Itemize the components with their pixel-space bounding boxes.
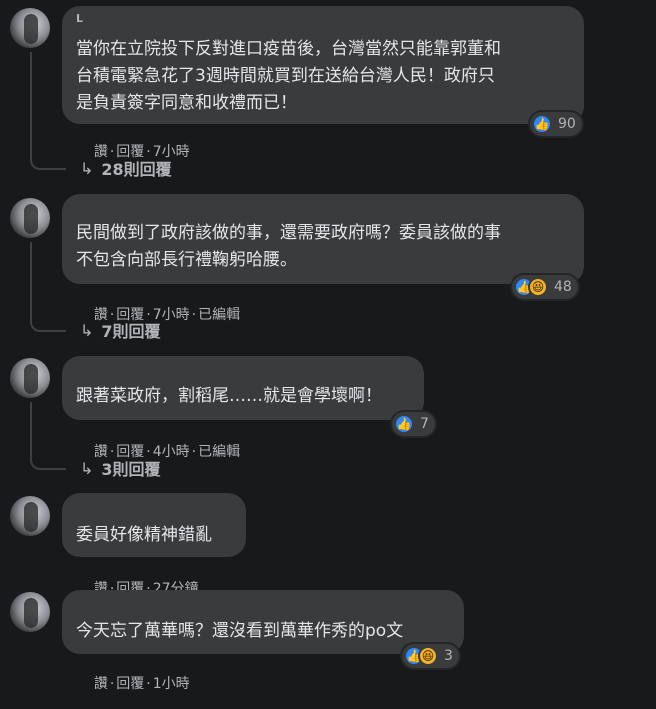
thread-connector	[30, 402, 66, 470]
avatar[interactable]	[10, 496, 50, 536]
comment-text-line: 當你在立院投下反對進口疫苗後，台灣當然只能靠郭董和	[76, 39, 501, 59]
reply-arrow-icon: ↳	[80, 158, 94, 178]
avatar[interactable]	[10, 358, 50, 398]
reaction-summary[interactable]: 👍 90	[530, 112, 582, 136]
edited-label[interactable]: 已編輯	[198, 307, 240, 323]
view-replies-button[interactable]: ↳ 3則回覆	[80, 456, 161, 480]
reaction-count: 48	[554, 279, 572, 295]
view-replies-button[interactable]: ↳ 28則回覆	[80, 156, 172, 180]
view-replies-button[interactable]: ↳ 7則回覆	[80, 318, 161, 342]
comment-text-line: 不包含向部長行禮鞠躬哈腰。	[76, 250, 297, 270]
reaction-summary[interactable]: 👍 😆 3	[402, 644, 459, 668]
reaction-count: 7	[420, 416, 429, 432]
avatar[interactable]	[10, 8, 50, 48]
reply-arrow-icon: ↳	[80, 458, 94, 478]
comment-text-line: 是負責簽字同意和收禮而已！	[76, 93, 297, 113]
comment-text-line: 台積電緊急花了3週時間就買到在送給台灣人民！政府只	[76, 66, 495, 86]
avatar[interactable]	[10, 592, 50, 632]
comment-time[interactable]: 1小時	[153, 676, 190, 692]
reaction-count: 3	[444, 648, 453, 664]
comment-bubble: 民間做到了政府該做的事，還需要政府嗎？委員該做的事 不包含向部長行禮鞠躬哈腰。	[62, 194, 584, 284]
comment-bubble: 跟著菜政府，割稻尾……就是會學壞啊！	[62, 356, 424, 420]
comment-bubble: L 當你在立院投下反對進口疫苗後，台灣當然只能靠郭董和 台積電緊急花了3週時間就…	[62, 6, 584, 124]
comment-author[interactable]: L	[76, 12, 83, 25]
thread-connector	[30, 52, 66, 170]
comment-bubble: 今天忘了萬華嗎？還沒看到萬華作秀的po文	[62, 590, 464, 654]
haha-icon: 😆	[528, 277, 548, 297]
avatar[interactable]	[10, 198, 50, 238]
replies-count: 3則回覆	[101, 460, 161, 479]
edited-label[interactable]: 已編輯	[198, 444, 240, 460]
reaction-summary[interactable]: 👍 😆 48	[512, 275, 578, 299]
thread-connector	[30, 242, 66, 332]
haha-icon: 😆	[418, 646, 438, 666]
comment-text-line: 民間做到了政府該做的事，還需要政府嗎？委員該做的事	[76, 223, 501, 243]
like-icon: 👍	[394, 414, 414, 434]
comment-text-line: 跟著菜政府，割稻尾……就是會學壞啊！	[76, 386, 382, 406]
comment-actions: 讚 · 回覆 · 1小時	[93, 676, 190, 692]
reply-action[interactable]: 回覆	[116, 676, 144, 692]
comment-text-line: 委員好像精神錯亂	[76, 525, 212, 545]
replies-count: 7則回覆	[101, 322, 161, 341]
comment-text-line: 今天忘了萬華嗎？還沒看到萬華作秀的po文	[76, 621, 404, 641]
reaction-count: 90	[558, 116, 576, 132]
replies-count: 28則回覆	[101, 160, 172, 179]
reply-arrow-icon: ↳	[80, 320, 94, 340]
like-action[interactable]: 讚	[94, 676, 108, 692]
like-icon: 👍	[532, 114, 552, 134]
reaction-summary[interactable]: 👍 7	[392, 412, 435, 436]
comment-bubble: 委員好像精神錯亂	[62, 493, 246, 557]
